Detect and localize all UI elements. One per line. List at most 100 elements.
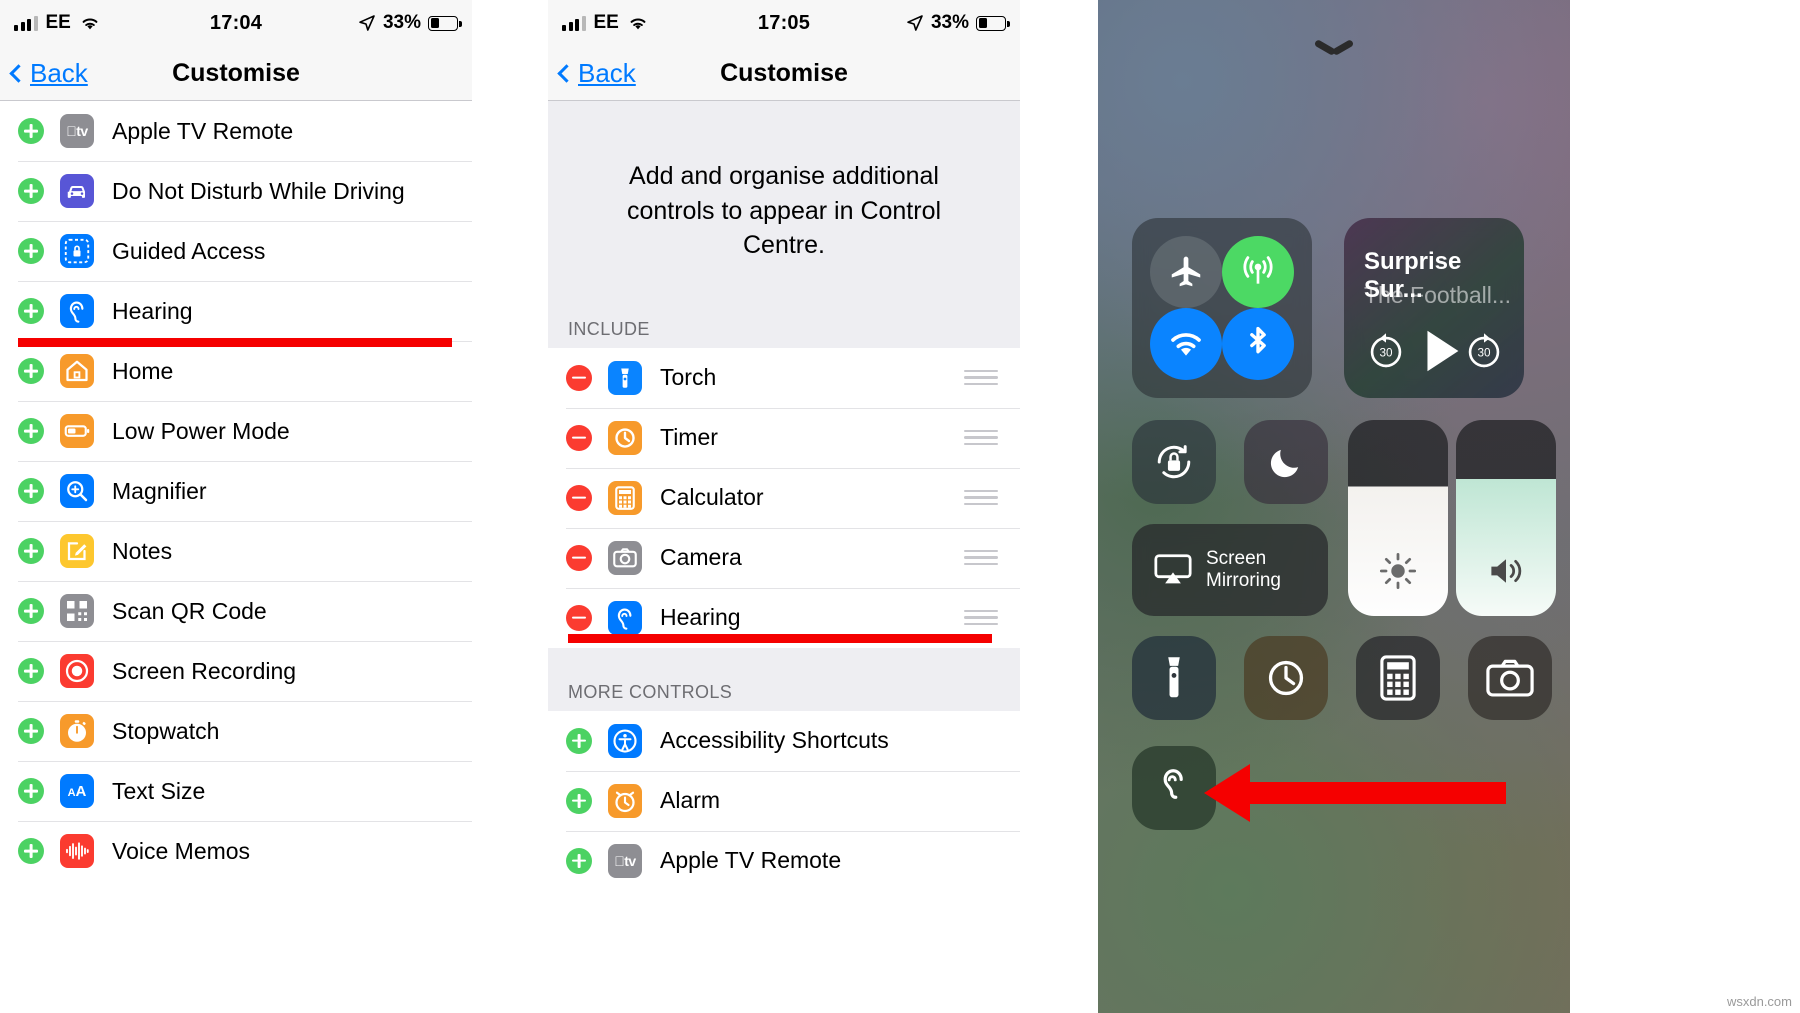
add-control-button[interactable] [18,418,44,444]
list-item[interactable]: Torch [548,347,1020,408]
do-not-disturb-button[interactable] [1244,420,1328,504]
list-item[interactable]: Scan QR Code [0,581,472,641]
add-control-button[interactable] [18,238,44,264]
list-item-label: Timer [660,424,718,450]
torch-icon [608,360,642,395]
reorder-handle-icon[interactable] [964,489,998,506]
list-item[interactable]: Accessibility Shortcuts [548,710,1020,771]
list-item[interactable]: AA Text Size [0,761,472,821]
remove-control-button[interactable] [566,484,592,511]
intro-description: Add and organise additional controls to … [548,101,1020,303]
list-item[interactable]: Voice Memos [0,821,472,881]
add-control-button[interactable] [18,538,44,564]
back-button[interactable]: Back [557,58,636,89]
back-button[interactable]: Back [9,57,88,89]
add-control-button[interactable] [18,118,44,144]
stopwatch-icon [68,720,86,742]
remove-control-button[interactable] [566,424,592,451]
skip-forward-30-button[interactable]: 30 [1462,330,1506,374]
media-player-tile[interactable]: Surprise Sur... The Football... 30 30 [1344,218,1524,398]
waveform-icon [60,834,94,868]
annotation-underline-hearing-left [18,338,452,347]
magnifier-icon [67,481,88,502]
add-control-button[interactable] [18,718,44,744]
add-control-button[interactable] [18,598,44,624]
add-control-button[interactable] [566,847,592,874]
airplane-mode-button[interactable] [1150,236,1222,308]
waveform-icon [66,842,89,860]
bluetooth-button[interactable] [1222,308,1294,380]
list-item[interactable]: Stopwatch [0,701,472,761]
remove-control-button[interactable] [566,364,592,391]
battery-percent: 33% [382,12,421,33]
add-control-button[interactable] [18,358,44,384]
list-item-label: Low Power Mode [112,417,290,444]
list-item[interactable]: Do Not Disturb While Driving [0,161,472,221]
list-item[interactable]: tv Apple TV Remote [0,101,472,161]
list-item[interactable]: Low Power Mode [0,401,472,461]
camera-icon [613,547,637,567]
list-item[interactable]: Guided Access [0,221,472,281]
apple-tv-icon: tv [60,114,94,148]
screen-mirroring-button[interactable]: Screen Mirroring [1132,524,1328,616]
svg-text:30: 30 [1477,347,1491,360]
add-control-button[interactable] [18,838,44,864]
list-item-label: Screen Recording [112,657,297,684]
stopwatch-icon [60,714,94,748]
add-control-button[interactable] [566,787,592,814]
timer-button[interactable] [1244,636,1328,720]
reorder-handle-icon[interactable] [964,369,998,386]
wifi-button[interactable] [1150,308,1222,380]
text-size-icon: AA [67,782,87,800]
volume-icon [1491,559,1522,583]
camera-icon [1486,659,1534,697]
screen-mirroring-line2: Mirroring [1206,570,1281,591]
connectivity-tile [1132,218,1312,398]
list-item[interactable]: Camera [548,527,1020,588]
calculator-button[interactable] [1356,636,1440,720]
hearing-ear-icon [1163,769,1183,799]
back-button-label: Back [30,57,88,88]
section-header-include: INCLUDE [548,302,1020,348]
reorder-handle-icon[interactable] [964,609,998,626]
cellular-data-button[interactable] [1222,236,1294,308]
battery-percent: 33% [930,12,969,33]
add-control-button[interactable] [566,727,592,754]
reorder-handle-icon[interactable] [964,549,998,566]
navigation-bar: Back Customise [0,46,472,101]
list-item[interactable]: Screen Recording [0,641,472,701]
camera-button[interactable] [1468,636,1552,720]
watermark: wsxdn.com [1726,994,1792,1009]
list-item[interactable]: Alarm [548,770,1020,831]
torch-button[interactable] [1132,636,1216,720]
list-item[interactable]: Magnifier [0,461,472,521]
list-item[interactable]: Notes [0,521,472,581]
add-control-button[interactable] [18,178,44,204]
car-icon [60,174,94,208]
list-item[interactable]: Calculator [548,467,1020,528]
remove-control-button[interactable] [566,604,592,631]
list-item[interactable]: Hearing [0,281,472,341]
add-control-button[interactable] [18,778,44,804]
add-control-button[interactable] [18,478,44,504]
control-list: tv Apple TV Remote Do Not Disturb While D… [0,101,472,881]
camera-icon [608,540,642,575]
add-control-button[interactable] [18,298,44,324]
remove-control-button[interactable] [566,544,592,571]
volume-slider[interactable] [1456,420,1556,616]
lock-dashed-icon [64,238,90,264]
apple-tv-icon: tv [66,123,88,139]
skip-back-30-button[interactable]: 30 [1364,330,1408,374]
list-item[interactable]: Timer [548,407,1020,468]
calculator-icon [1380,655,1416,701]
rotation-lock-button[interactable] [1132,420,1216,504]
list-item[interactable]: tv Apple TV Remote [548,830,1020,891]
list-item-label: Stopwatch [112,717,220,744]
dismiss-chevron-icon[interactable] [1310,40,1358,66]
brightness-icon [1379,552,1417,590]
brightness-slider[interactable] [1348,420,1448,616]
torch-icon [621,368,629,388]
add-control-button[interactable] [18,658,44,684]
list-item[interactable]: Home [0,341,472,401]
reorder-handle-icon[interactable] [964,429,998,446]
